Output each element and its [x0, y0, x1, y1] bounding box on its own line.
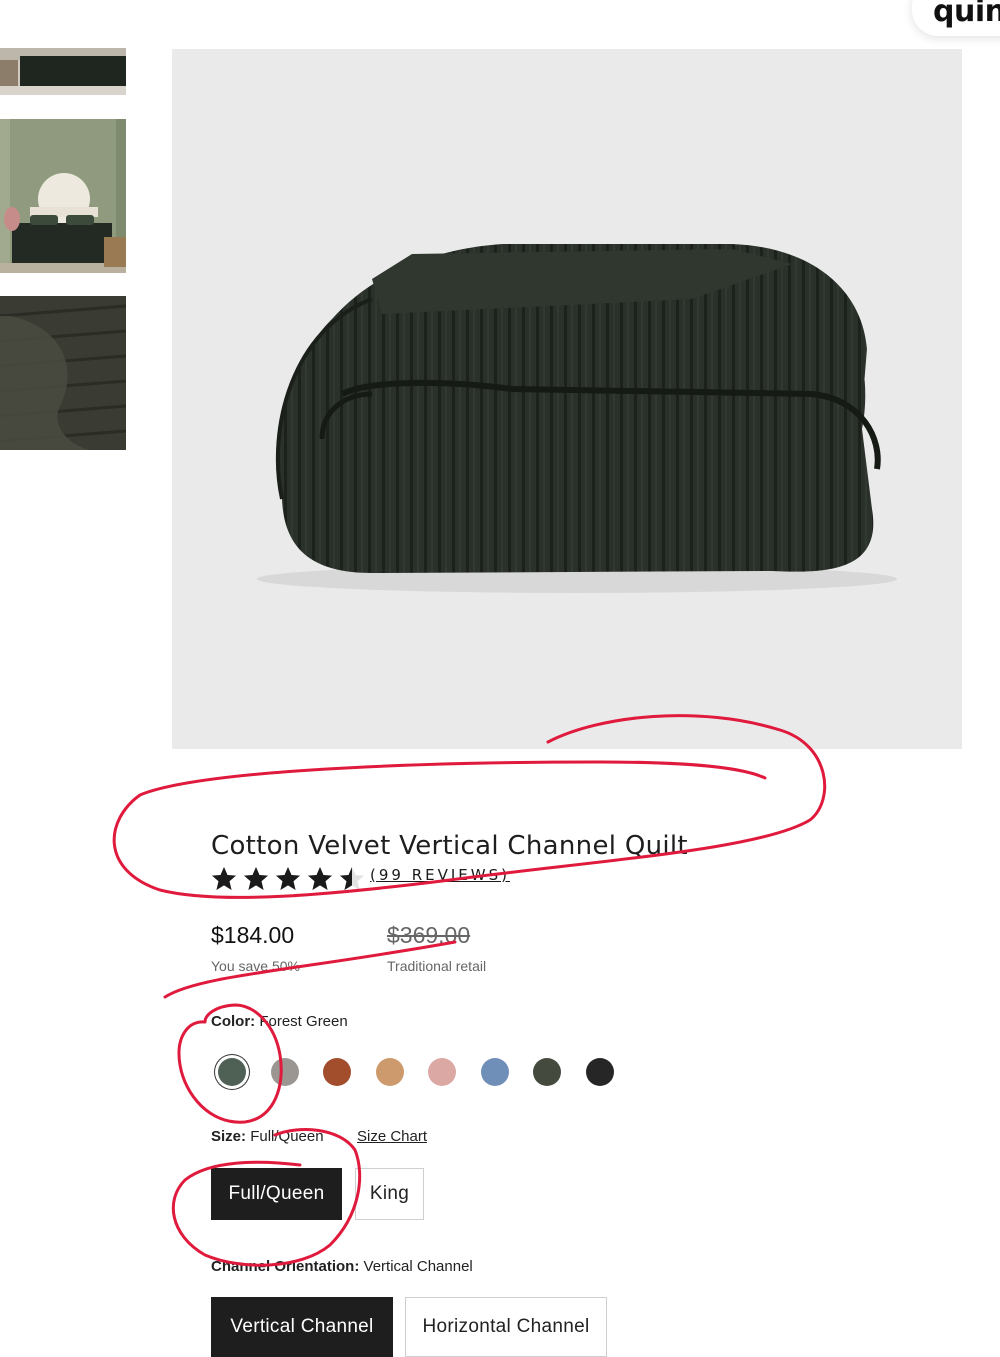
color-swatch[interactable]: [323, 1058, 351, 1086]
reviews-link[interactable]: (99 REVIEWS): [370, 866, 510, 884]
color-swatch[interactable]: [533, 1058, 561, 1086]
color-swatch[interactable]: [270, 1058, 299, 1086]
orientation-label: Channel Orientation:: [211, 1258, 360, 1275]
retail-label: Traditional retail: [387, 958, 487, 974]
star-full-icon: [244, 867, 268, 890]
brand-logo[interactable]: quinc: [933, 0, 1000, 29]
size-chart-link[interactable]: Size Chart: [357, 1128, 427, 1145]
thumbnail-quilt-closeup[interactable]: [0, 296, 126, 450]
color-swatch[interactable]: [428, 1058, 456, 1086]
size-option-full-queen[interactable]: Full/Queen: [211, 1168, 342, 1220]
color-label-row: Color: Forest Green: [211, 1013, 348, 1030]
folded-velvet-quilt-image-icon: [257, 244, 897, 593]
size-label: Size:: [211, 1128, 247, 1145]
orientation-label-row: Channel Orientation: Vertical Channel: [211, 1258, 473, 1275]
color-swatch[interactable]: [585, 1058, 614, 1086]
quilt-closeup-thumbnail-icon: [0, 296, 126, 450]
sale-price: $184.00: [211, 922, 295, 948]
thumbnail-bedroom-green[interactable]: [0, 119, 126, 273]
orientation-option-vertical[interactable]: Vertical Channel: [211, 1297, 393, 1357]
star-half-icon: [340, 867, 364, 890]
rating-stars: [211, 866, 365, 892]
color-selected-value: Forest Green: [259, 1013, 348, 1030]
savings-text: You save 50%: [211, 958, 300, 974]
orientation-option-horizontal[interactable]: Horizontal Channel: [405, 1297, 607, 1357]
thumbnail-bedroom[interactable]: [0, 48, 126, 95]
star-full-icon: [212, 867, 236, 890]
star-full-icon: [308, 867, 332, 890]
product-main-image[interactable]: [172, 49, 962, 749]
size-selected-value: Full/Queen: [250, 1128, 324, 1145]
orientation-selected-value: Vertical Channel: [363, 1258, 473, 1275]
size-label-row: Size: Full/Queen: [211, 1128, 324, 1145]
product-title: Cotton Velvet Vertical Channel Quilt: [211, 831, 688, 862]
color-swatch[interactable]: [480, 1058, 509, 1086]
color-swatch[interactable]: [218, 1058, 246, 1086]
retail-price: $369.00: [387, 922, 471, 948]
bedroom-green-wall-thumbnail-icon: [0, 119, 126, 273]
color-swatch[interactable]: [375, 1058, 404, 1086]
bedroom-thumbnail-icon: [0, 48, 126, 95]
star-full-icon: [276, 867, 300, 890]
size-option-king[interactable]: King: [355, 1168, 424, 1220]
color-label: Color:: [211, 1013, 256, 1030]
